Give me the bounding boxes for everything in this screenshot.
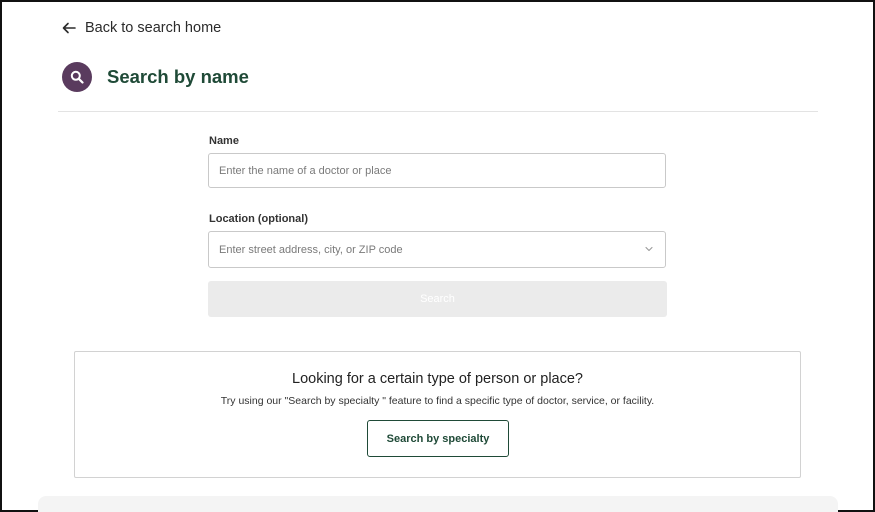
location-field-label: Location (optional) xyxy=(209,213,308,225)
page-title: Search by name xyxy=(107,66,249,87)
page-header: Search by name xyxy=(62,62,249,92)
back-to-search-home-link[interactable]: Back to search home xyxy=(62,20,221,36)
search-button[interactable]: Search xyxy=(208,281,667,317)
location-combobox[interactable] xyxy=(208,231,666,268)
name-input[interactable] xyxy=(208,153,666,188)
arrow-left-icon xyxy=(62,22,76,34)
location-input[interactable] xyxy=(208,231,666,268)
specialty-card-text: Try using our "Search by specialty " fea… xyxy=(220,395,655,407)
chevron-down-icon[interactable] xyxy=(644,244,654,254)
search-icon xyxy=(62,62,92,92)
bottom-section-edge xyxy=(38,496,838,512)
specialty-suggestion-card: Looking for a certain type of person or … xyxy=(74,351,801,478)
specialty-card-heading: Looking for a certain type of person or … xyxy=(292,371,583,387)
back-link-label: Back to search home xyxy=(85,20,222,36)
name-field-label: Name xyxy=(209,135,239,147)
header-divider xyxy=(58,111,818,112)
page-frame: Back to search home Search by name Name … xyxy=(0,0,875,512)
search-by-specialty-button[interactable]: Search by specialty xyxy=(367,420,509,457)
